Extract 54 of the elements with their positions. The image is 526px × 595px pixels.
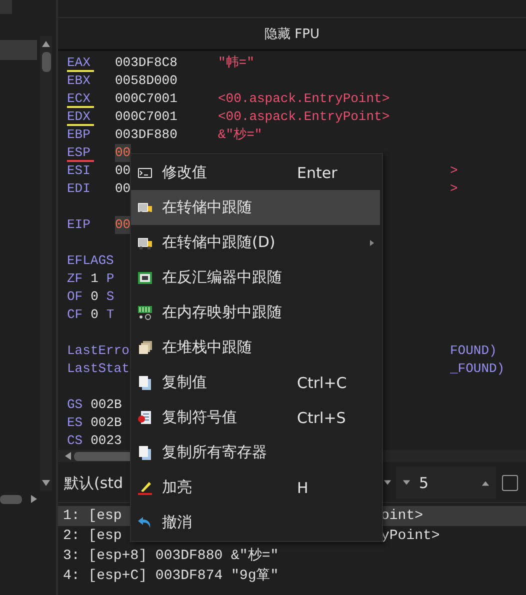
register-value: 00 (115, 180, 131, 198)
register-name: EBX (67, 72, 92, 90)
register-comment: &"杪=" (218, 126, 262, 144)
register-comment: <00.aspack.EntryPoint> (218, 90, 390, 108)
register-value: 003DF880 (115, 126, 178, 144)
register-name: EDX (67, 108, 92, 126)
register-name: ZF (67, 270, 83, 288)
register-comment: > (450, 162, 458, 180)
shortcut-text: H (297, 478, 308, 496)
register-name: CF (67, 306, 83, 324)
register-value: 1 (90, 270, 98, 288)
flag-name: S (106, 288, 114, 306)
shortcut-text: Ctrl+S (297, 408, 346, 426)
register-value: 0058D000 (115, 72, 178, 90)
register-value: 00 (115, 162, 131, 180)
stack-argument-text: oint> (381, 507, 424, 526)
register-name: LastStat (67, 360, 130, 378)
register-name: EBP (67, 126, 92, 144)
shortcut-text: Enter (297, 164, 338, 182)
register-name: ES (67, 414, 83, 432)
register-value: 0023 (90, 432, 122, 450)
register-value: 002B (90, 414, 122, 432)
register-value: 002B (90, 396, 122, 414)
register-comment: > (450, 180, 458, 198)
register-comment: "帏=" (218, 54, 254, 72)
register-name: EFLAGS (67, 252, 114, 270)
register-name: CS (67, 432, 83, 450)
register-value: 00 (115, 144, 131, 162)
stack-argument-text: 2: [esp (63, 527, 122, 546)
register-name: ESP (67, 144, 92, 162)
register-value: 000C7001 (115, 108, 178, 126)
register-name: EIP (67, 216, 92, 234)
register-comment: <00.aspack.EntryPoint> (218, 108, 390, 126)
register-value: 003DF8C8 (115, 54, 178, 72)
stack-argument-text: 4: [esp+C] 003DF874 "9g箪" (63, 567, 279, 586)
register-name: ESI (67, 162, 92, 180)
register-value: 000C7001 (115, 90, 178, 108)
register-comment: FOUND) (450, 342, 497, 360)
stack-argument-text: yPoint> (381, 527, 440, 546)
register-name: ECX (67, 90, 92, 108)
flag-name: P (106, 270, 114, 288)
register-value: 0 (90, 306, 98, 324)
register-name: OF (67, 288, 83, 306)
register-name: EAX (67, 54, 92, 72)
shortcut-text: Ctrl+C (297, 374, 347, 392)
register-name: LastErro (67, 342, 130, 360)
register-name: GS (67, 396, 83, 414)
stack-argument-text: 1: [esp (63, 507, 122, 526)
register-name: EDI (67, 180, 92, 198)
register-comment: _FOUND) (450, 360, 505, 378)
register-value: 00 (115, 216, 131, 234)
register-value: 0 (90, 288, 98, 306)
flag-name: T (106, 306, 114, 324)
stack-argument-text: 3: [esp+8] 003DF880 &"杪=" (63, 546, 279, 566)
